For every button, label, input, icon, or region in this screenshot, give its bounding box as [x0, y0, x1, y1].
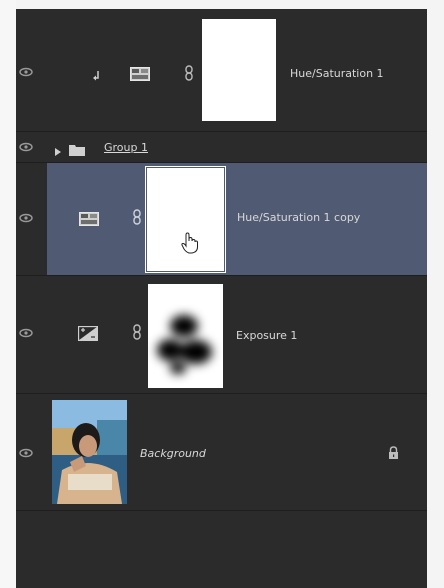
- photo-thumbnail: [52, 400, 127, 504]
- expand-triangle-icon[interactable]: [54, 142, 62, 156]
- layer-row-exposure-1[interactable]: Exposure 1: [16, 276, 427, 394]
- layer-name[interactable]: Hue/Saturation 1: [290, 67, 384, 80]
- layers-panel: Hue/Saturation 1 Group 1 Hue/Saturation …: [16, 9, 427, 588]
- clip-arrow-icon: [92, 67, 102, 81]
- layer-name[interactable]: Exposure 1: [236, 329, 297, 342]
- hue-saturation-icon: [79, 211, 99, 226]
- exposure-icon: [77, 325, 99, 342]
- layer-row-hue-saturation-1-copy[interactable]: Hue/Saturation 1 copy: [47, 163, 427, 276]
- lock-icon[interactable]: [388, 445, 399, 459]
- eye-icon[interactable]: [19, 328, 33, 338]
- chain-link-icon[interactable]: [132, 209, 142, 225]
- hue-saturation-icon: [130, 66, 150, 81]
- chain-link-icon[interactable]: [132, 324, 142, 340]
- window-right-strip: [427, 0, 444, 588]
- background-image-thumbnail[interactable]: [52, 400, 127, 504]
- layers-empty-area[interactable]: [16, 511, 427, 588]
- chain-link-icon[interactable]: [184, 65, 194, 81]
- eye-icon[interactable]: [19, 213, 33, 223]
- layer-name[interactable]: Group 1: [104, 141, 148, 154]
- window-top-strip: [0, 0, 444, 9]
- layer-row-background[interactable]: Background: [16, 394, 427, 511]
- layer-row-group-1[interactable]: Group 1: [16, 132, 427, 163]
- eye-icon[interactable]: [19, 67, 33, 77]
- hand-cursor-icon: [180, 232, 200, 254]
- window-left-strip: [0, 0, 16, 588]
- layer-name[interactable]: Hue/Saturation 1 copy: [237, 211, 360, 224]
- eye-icon[interactable]: [19, 142, 33, 152]
- layer-row-hue-saturation-1[interactable]: Hue/Saturation 1: [16, 9, 427, 132]
- layer-mask-thumbnail[interactable]: [202, 19, 276, 121]
- folder-icon: [69, 141, 85, 156]
- layer-name[interactable]: Background: [140, 447, 206, 460]
- mask-shape: [157, 315, 212, 374]
- selected-row-gutter: [16, 163, 47, 276]
- layer-mask-thumbnail[interactable]: [145, 166, 226, 273]
- eye-icon[interactable]: [19, 448, 33, 458]
- layer-mask-thumbnail[interactable]: [148, 284, 223, 388]
